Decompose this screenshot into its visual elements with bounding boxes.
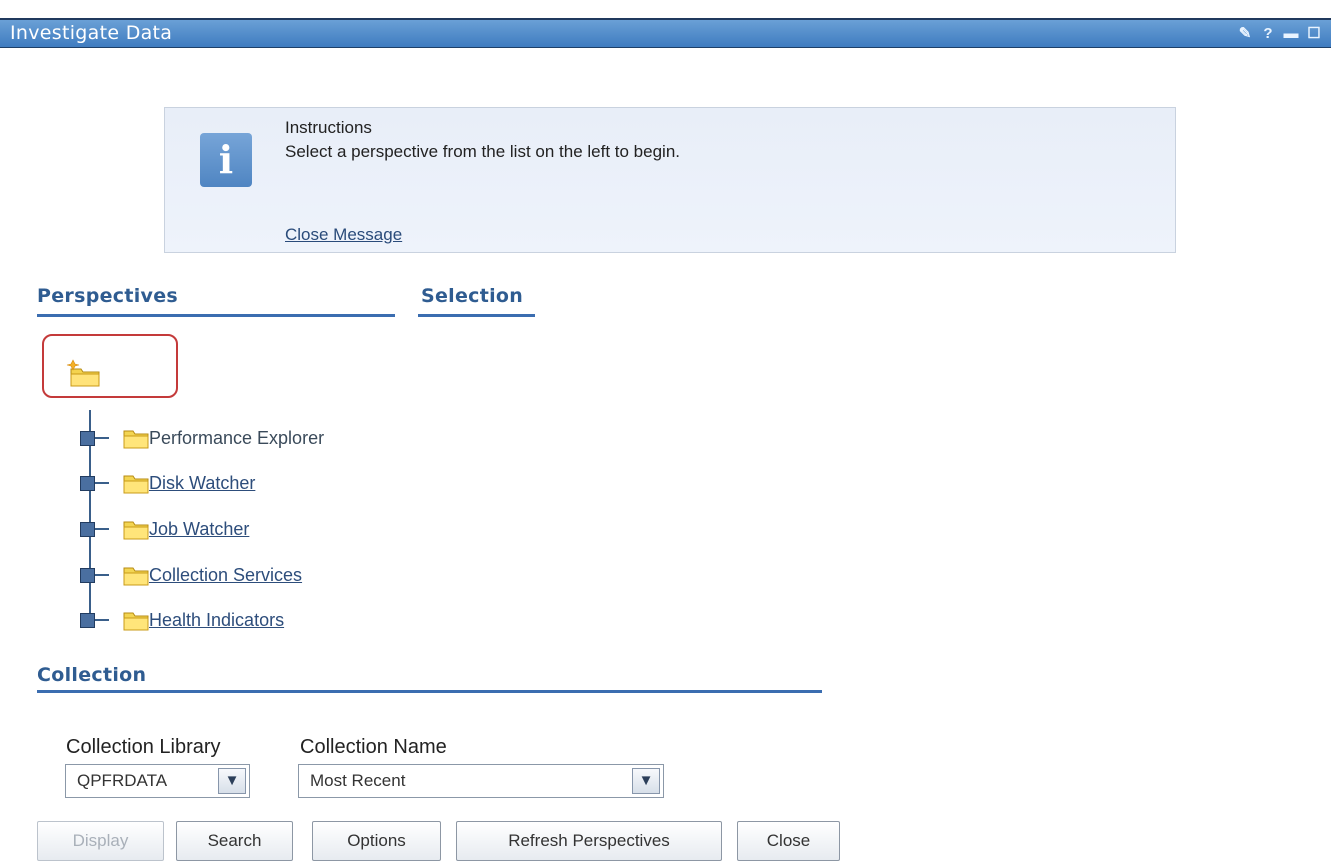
window-title: Investigate Data xyxy=(10,22,173,44)
instructions-panel: i Instructions Select a perspective from… xyxy=(164,107,1176,253)
folder-icon xyxy=(123,567,149,586)
tree-item-health-indicators[interactable]: Health Indicators xyxy=(80,605,284,635)
selection-heading: Selection xyxy=(421,285,524,307)
tree-node-icon xyxy=(80,567,95,583)
tree-item-job-watcher[interactable]: Job Watcher xyxy=(80,514,249,544)
tree-item-label[interactable]: Health Indicators xyxy=(149,610,284,631)
collection-name-value: Most Recent xyxy=(310,771,406,790)
tree-node-icon xyxy=(80,475,95,491)
search-button[interactable]: Search xyxy=(176,821,293,861)
edit-icon[interactable]: ✎ xyxy=(1236,24,1254,43)
tree-item-label[interactable]: Disk Watcher xyxy=(149,473,255,494)
new-folder-icon[interactable] xyxy=(66,358,104,390)
window-tools: ✎ ? ▬ ☐ xyxy=(1236,24,1323,43)
window-titlebar: Investigate Data ✎ ? ▬ ☐ xyxy=(0,18,1331,48)
selection-rule xyxy=(418,314,535,317)
info-icon: i xyxy=(200,133,252,187)
refresh-perspectives-button[interactable]: Refresh Perspectives xyxy=(456,821,722,861)
folder-icon xyxy=(123,430,149,449)
collection-library-label: Collection Library xyxy=(66,736,221,758)
tree-connector xyxy=(95,574,109,576)
tree-connector xyxy=(95,619,109,621)
instructions-heading: Instructions xyxy=(285,118,372,137)
collection-name-label: Collection Name xyxy=(300,736,447,758)
collection-heading: Collection xyxy=(37,664,147,686)
folder-icon xyxy=(123,475,149,494)
perspectives-rule xyxy=(37,314,395,317)
tree-node-icon xyxy=(80,521,95,537)
tree-item-disk-watcher[interactable]: Disk Watcher xyxy=(80,468,255,498)
tree-connector xyxy=(95,437,109,439)
close-message-link[interactable]: Close Message xyxy=(285,225,402,245)
tree-item-performance-explorer[interactable]: Performance Explorer xyxy=(80,423,324,453)
collection-name-select[interactable]: Most Recent ▼ xyxy=(298,764,664,798)
chevron-down-icon[interactable]: ▼ xyxy=(218,768,246,794)
tree-connector xyxy=(95,528,109,530)
tree-node-icon xyxy=(80,612,95,628)
chevron-down-icon[interactable]: ▼ xyxy=(632,768,660,794)
close-button[interactable]: Close xyxy=(737,821,840,861)
folder-icon xyxy=(123,521,149,540)
tree-node-icon xyxy=(80,430,95,446)
tree-item-collection-services[interactable]: Collection Services xyxy=(80,560,302,590)
options-button[interactable]: Options xyxy=(312,821,441,861)
help-icon[interactable]: ? xyxy=(1259,24,1277,43)
collection-library-select[interactable]: QPFRDATA ▼ xyxy=(65,764,250,798)
tree-item-label: Performance Explorer xyxy=(149,427,325,448)
perspectives-heading: Perspectives xyxy=(37,285,179,307)
folder-icon xyxy=(123,612,149,631)
minimize-icon[interactable]: ▬ xyxy=(1282,24,1300,43)
instructions-text: Select a perspective from the list on th… xyxy=(285,142,680,161)
collection-rule xyxy=(37,690,822,693)
maximize-icon[interactable]: ☐ xyxy=(1305,24,1323,43)
new-perspective-highlight xyxy=(42,334,178,398)
display-button[interactable]: Display xyxy=(37,821,164,861)
tree-item-label[interactable]: Collection Services xyxy=(149,565,302,586)
collection-library-value: QPFRDATA xyxy=(77,771,168,790)
tree-item-label[interactable]: Job Watcher xyxy=(149,519,249,540)
tree-connector xyxy=(95,482,109,484)
